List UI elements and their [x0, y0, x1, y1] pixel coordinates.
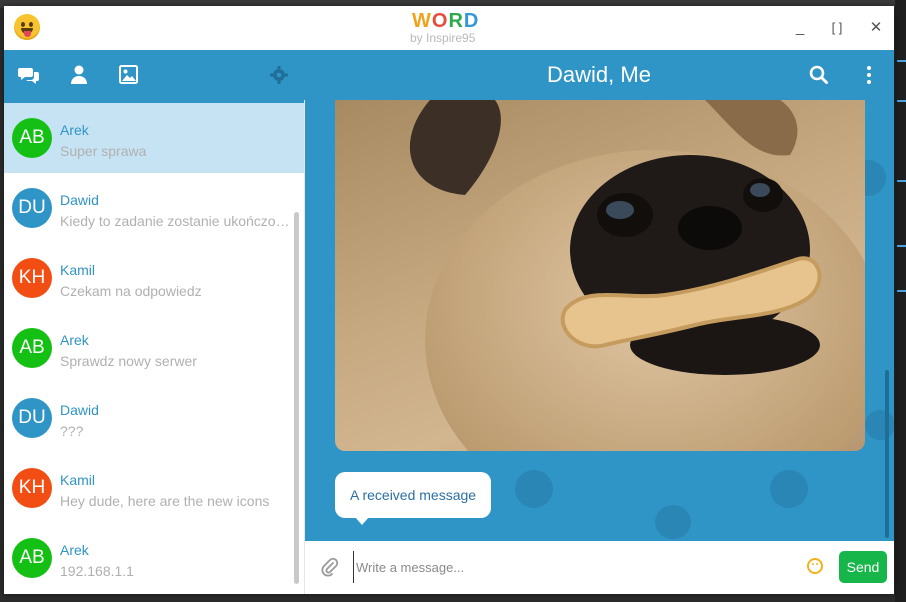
conversation-item[interactable]: DU Dawid ???: [4, 383, 304, 453]
avatar: AB: [12, 328, 52, 368]
conversation-preview: Czekam na odpowiedz: [60, 283, 202, 299]
chat-bubbles-icon[interactable]: [17, 63, 41, 87]
conversation-item[interactable]: DU Dawid Kiedy to zadanie zostanie ukońc…: [4, 173, 304, 243]
message-composer: Send: [305, 541, 894, 594]
conversation-item[interactable]: AB Arek 192.168.1.1: [4, 523, 304, 593]
conversation-name: Arek: [60, 122, 89, 138]
avatar: AB: [12, 118, 52, 158]
minimize-button[interactable]: _: [788, 16, 812, 40]
conversation-list: AB Arek Super sprawa DU Dawid Kiedy to z…: [4, 100, 305, 594]
conversation-preview: Sprawdz nowy serwer: [60, 353, 197, 369]
logo-subtitle: by Inspire95: [410, 31, 476, 45]
user-icon[interactable]: [67, 63, 91, 87]
conversation-item[interactable]: AB Arek Sprawdz nowy serwer: [4, 313, 304, 383]
avatar: DU: [12, 188, 52, 228]
title-bar: WORD by Inspire95 _ [ ] ✕: [4, 6, 894, 50]
app-emoji-icon: [14, 14, 40, 40]
chat-window: WORD by Inspire95 _ [ ] ✕ Dawid, Me AB A…: [4, 6, 894, 594]
conversation-name: Kamil: [60, 262, 96, 278]
conversation-name: Arek: [60, 332, 89, 348]
message-input[interactable]: [353, 551, 798, 583]
close-button[interactable]: ✕: [864, 16, 888, 40]
more-vertical-icon[interactable]: [857, 63, 881, 87]
message-area: A received message: [305, 100, 894, 541]
conversation-preview: Super sprawa: [60, 143, 147, 159]
sidebar-scrollbar[interactable]: [294, 212, 299, 584]
conversation-preview: ???: [60, 423, 84, 439]
background-app-edge: [895, 0, 906, 602]
avatar: KH: [12, 258, 52, 298]
app-logo: WORD by Inspire95: [410, 10, 502, 45]
shared-image[interactable]: [335, 100, 865, 451]
avatar: AB: [12, 538, 52, 578]
conversation-preview: Kiedy to zadanie zostanie ukończone?: [60, 213, 292, 229]
conversation-preview: 192.168.1.1: [60, 563, 134, 579]
paperclip-icon[interactable]: [321, 557, 339, 577]
chat-title: Dawid, Me: [547, 62, 651, 87]
maximize-button[interactable]: [ ]: [822, 16, 852, 40]
gear-icon[interactable]: [267, 63, 291, 87]
conversation-name: Kamil: [60, 472, 96, 488]
received-message-bubble: A received message: [335, 472, 492, 525]
image-icon[interactable]: [117, 63, 141, 87]
conversation-name: Dawid: [60, 402, 99, 418]
emoji-icon[interactable]: [807, 558, 823, 574]
search-icon[interactable]: [807, 63, 831, 87]
send-button[interactable]: Send: [839, 551, 887, 583]
logo-word: WORD: [412, 10, 480, 32]
conversation-item[interactable]: KH Kamil Czekam na odpowiedz: [4, 243, 304, 313]
conversation-item[interactable]: KH Kamil Hey dude, here are the new icon…: [4, 453, 304, 523]
chat-scrollbar[interactable]: [885, 370, 889, 538]
conversation-item[interactable]: AB Arek Super sprawa: [4, 103, 304, 173]
conversation-name: Arek: [60, 542, 89, 558]
avatar: DU: [12, 398, 52, 438]
avatar: KH: [12, 468, 52, 508]
conversation-name: Dawid: [60, 192, 99, 208]
pug-image: [409, 100, 865, 451]
header-bar: Dawid, Me: [4, 50, 894, 100]
conversation-preview: Hey dude, here are the new icons: [60, 493, 270, 509]
